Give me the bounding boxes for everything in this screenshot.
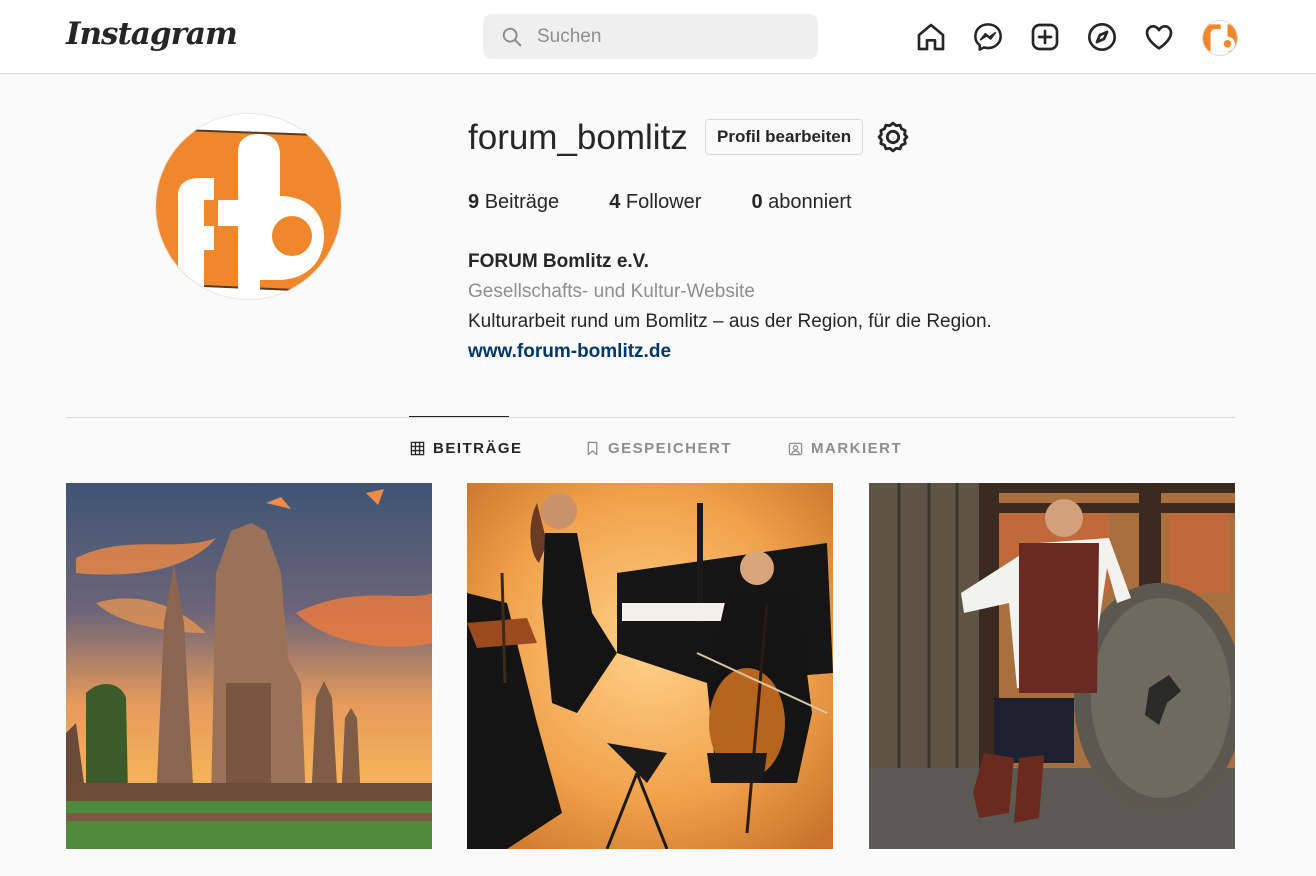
explore-icon <box>1088 23 1116 51</box>
medieval-costume-millstone-image <box>869 483 1235 849</box>
settings-gear-icon[interactable] <box>876 120 910 154</box>
bio-website-link[interactable]: www.forum-bomlitz.de <box>468 337 992 367</box>
home-button[interactable] <box>913 19 949 55</box>
tagged-person-icon <box>788 442 803 456</box>
tab-saved[interactable]: GESPEICHERT <box>585 440 732 457</box>
tab-saved-label: GESPEICHERT <box>608 440 733 457</box>
tab-posts[interactable]: BEITRÄGE <box>410 440 523 457</box>
messenger-icon <box>974 23 1002 51</box>
profile-avatar-button[interactable] <box>1202 20 1238 56</box>
profile-tabs: BEITRÄGE GESPEICHERT MARKIERT <box>0 440 1316 464</box>
tab-tagged[interactable]: MARKIERT <box>788 440 902 457</box>
bio-category: Gesellschafts- und Kultur-Website <box>468 281 755 302</box>
profile-username: forum_bomlitz <box>468 118 688 157</box>
post-thumbnail[interactable] <box>869 483 1235 849</box>
bio-text: Kulturarbeit rund um Bomlitz – aus der R… <box>468 311 992 332</box>
profile-avatar[interactable] <box>155 113 342 300</box>
grid-icon <box>410 441 425 456</box>
activity-button[interactable] <box>1141 19 1177 55</box>
instagram-logo[interactable]: Instagram <box>66 16 238 52</box>
tab-tagged-label: MARKIERT <box>811 440 903 457</box>
tabs-divider <box>66 417 1235 418</box>
forum-bomlitz-logo <box>156 114 341 299</box>
tab-posts-label: BEITRÄGE <box>433 440 523 457</box>
piano-trio-concert-image <box>467 483 833 849</box>
home-icon <box>917 23 945 51</box>
stat-following[interactable]: 0 abonniert <box>751 191 851 214</box>
post-thumbnail[interactable] <box>66 483 432 849</box>
stat-posts: 9 Beiträge <box>468 191 560 213</box>
edit-profile-button[interactable]: Profil bearbeiten <box>705 119 864 155</box>
search-box[interactable] <box>483 14 818 59</box>
search-input[interactable] <box>537 25 787 48</box>
messenger-button[interactable] <box>970 19 1006 55</box>
active-tab-indicator <box>409 416 509 417</box>
top-nav: Instagram <box>0 0 1316 74</box>
profile-bio: FORUM Bomlitz e.V. Gesellschafts- und Ku… <box>468 247 992 367</box>
post-thumbnail[interactable] <box>467 483 833 849</box>
heart-icon <box>1145 25 1173 50</box>
new-post-icon <box>1031 23 1059 51</box>
temple-sunset-image <box>66 483 432 849</box>
search-icon <box>502 27 522 46</box>
new-post-button[interactable] <box>1027 19 1063 55</box>
forum-bomlitz-logo-icon <box>1203 21 1237 55</box>
bio-full-name: FORUM Bomlitz e.V. <box>468 251 649 272</box>
explore-button[interactable] <box>1084 19 1120 55</box>
profile-stats: 9 Beiträge 4 Follower 0 abonniert <box>468 191 902 214</box>
stat-followers[interactable]: 4 Follower <box>609 191 701 214</box>
bookmark-icon <box>587 441 598 456</box>
